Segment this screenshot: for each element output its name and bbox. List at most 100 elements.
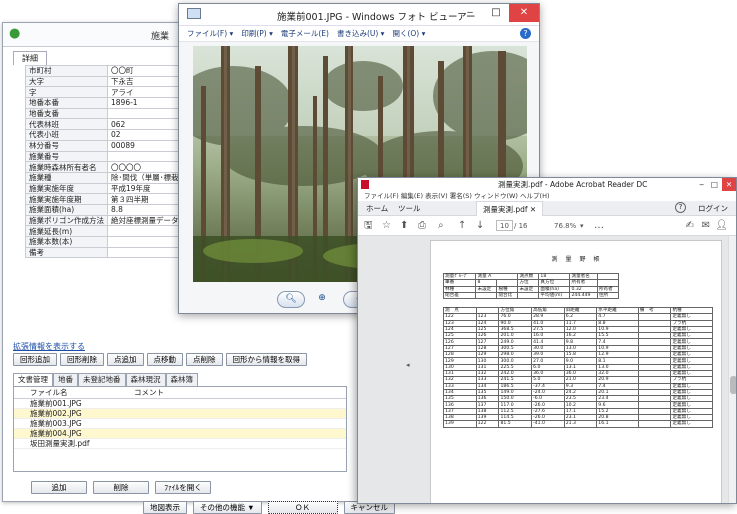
open-file-button[interactable]: ﾌｧｲﾙを開く <box>155 481 211 494</box>
minimize-icon[interactable]: ‒ <box>457 4 483 22</box>
menu-file[interactable]: ファイル(F) ▾ <box>187 26 233 41</box>
menu-print[interactable]: 印刷(P) ▾ <box>241 26 273 41</box>
file-buttons: 追加 削除 ﾌｧｲﾙを開く <box>31 481 211 494</box>
list-item[interactable]: 施業前001.JPG <box>14 399 346 409</box>
page-number-field[interactable]: 10 <box>496 220 513 231</box>
survey-row: 139 122 81.5 -41.0 21.3 16.1 定義無し <box>443 420 713 428</box>
page-up-icon[interactable]: ↑ <box>458 216 466 236</box>
window-title: 施業 <box>151 32 170 42</box>
attribute-label: 施業延長(m) <box>25 225 108 237</box>
attribute-label: 施業種 <box>25 171 108 184</box>
close-icon[interactable]: ✕ <box>509 4 539 22</box>
doc-heading: 測 量 野 帳 <box>551 256 601 263</box>
survey-cell: 81.5 <box>498 420 533 428</box>
pdf-document-area: ◂ 測 量 野 帳 測量ｸﾞﾙｰﾌﾟ 測量 A 測点数 18 測量者名 筆番 8 方位 真方位… <box>358 236 736 503</box>
tab-tools[interactable]: ツール <box>398 201 421 216</box>
attribute-label: 代表小班 <box>25 129 108 141</box>
sign-icon[interactable]: ✍ <box>686 216 694 236</box>
delete-file-button[interactable]: 削除 <box>93 481 149 494</box>
tab-detail[interactable]: 詳細 <box>13 51 47 65</box>
add-file-button[interactable]: 追加 <box>31 481 87 494</box>
scroll-thumb[interactable] <box>730 376 736 394</box>
maximize-icon[interactable]: □ <box>711 178 718 191</box>
attribute-label: 地番本番 <box>25 97 108 109</box>
tab-document[interactable]: 測量実測.pdf ✕ <box>476 201 544 216</box>
menu-open[interactable]: 開く(O) ▾ <box>392 26 425 41</box>
minimize-icon[interactable]: ‒ <box>699 178 704 191</box>
help-icon[interactable]: ? <box>520 28 531 39</box>
pdf-scrollbar[interactable] <box>728 236 736 503</box>
save-icon[interactable]: 🖫︎ <box>364 216 373 236</box>
attribute-label: 林分番号 <box>25 139 108 152</box>
list-item[interactable]: 施業前004.JPG <box>14 429 346 439</box>
show-extended-info-link[interactable]: 拡張情報を表示する <box>13 341 85 352</box>
close-icon[interactable]: ✕ <box>722 178 736 191</box>
document-list: ファイル名 コメント 施業前001.JPG 施業前002.JPG 施業前003.… <box>13 386 347 472</box>
page-down-icon[interactable]: ↓ <box>476 216 484 236</box>
move-point-button[interactable]: 点移動 <box>146 353 183 366</box>
page-total: / 16 <box>514 222 528 230</box>
survey-data-table: 測 点方位角 高低角 斜距離 水平距離備 考杭種 122 123 76.0 28.9 6.2 4.… <box>443 306 713 428</box>
file-name-header[interactable]: ファイル名 <box>14 387 134 398</box>
pdf-title-bar: 測量実測.pdf - Adobe Acrobat Reader DC ‒ □ ✕ <box>358 178 736 191</box>
tab-forest-status[interactable]: 森林現況 <box>125 373 166 386</box>
list-item[interactable]: 坂田測量実測.pdf <box>14 439 346 449</box>
survey-cell: 21.3 <box>563 420 598 428</box>
attribute-label: 大字 <box>25 75 108 88</box>
zoom-search-icon[interactable]: ⌕ <box>438 216 444 236</box>
mail-icon[interactable]: ✉ <box>702 216 710 236</box>
add-point-button[interactable]: 点追加 <box>107 353 144 366</box>
tab-document-management[interactable]: 文書管理 <box>13 373 53 386</box>
menu-email[interactable]: 電子メール(E) <box>281 26 329 41</box>
attribute-label: 施業ポリゴン作成方法 <box>25 214 108 227</box>
comment-header[interactable]: コメント <box>134 387 164 398</box>
attribute-label: 市町村 <box>25 65 108 77</box>
add-shape-button[interactable]: 回形追加 <box>13 353 57 366</box>
photo-title-bar: 施業前001.JPG - Windows フォト ビューアー ‒ □ ✕ <box>179 4 539 26</box>
survey-cell: 16.1 <box>596 420 639 428</box>
survey-cell: 139 <box>443 420 477 428</box>
survey-cell <box>637 420 672 428</box>
zoom-dropdown-icon[interactable]: ▾ <box>580 216 584 236</box>
list-item[interactable]: 施業前003.JPG <box>14 419 346 429</box>
add-user-icon[interactable]: 👤︎ <box>715 216 728 236</box>
pdf-menu-bar[interactable]: ファイル(F) 編集(E) 表示(V) 署名(S) ウィンドウ(W) ヘルプ(H… <box>358 191 736 201</box>
zoom-field[interactable]: 76.8% <box>554 216 576 236</box>
tab-lot-number[interactable]: 地番 <box>53 373 78 386</box>
pdf-tab-bar: ホーム ツール 測量実測.pdf ✕ ? ログイン <box>358 201 736 216</box>
bookmark-star-icon[interactable]: ☆ <box>382 216 391 236</box>
attribute-label: 代表林班 <box>25 118 108 131</box>
other-functions-button[interactable]: その他の機能 ▼ <box>193 501 262 514</box>
tab-unregistered-lot[interactable]: 未登記地番 <box>78 373 126 386</box>
photo-window-title: 施業前001.JPG - Windows フォト ビューアー <box>277 12 476 23</box>
delete-point-button[interactable]: 点削除 <box>186 353 223 366</box>
attribute-label: 字 <box>25 86 108 99</box>
tab-home[interactable]: ホーム <box>366 201 388 216</box>
delete-shape-button[interactable]: 回形削除 <box>60 353 104 366</box>
pdf-toolbar: 🖫︎ ☆ ⬆ ⎙ ⌕ ↑ ↓ 10 / 16 76.8% ▾ … ✍ ✉ 👤︎ <box>358 216 736 236</box>
zoom-icon[interactable]: 🔍︎ <box>277 291 305 308</box>
actual-size-icon[interactable]: ⊕ <box>313 291 331 308</box>
attribute-label: 施業面積(ha) <box>25 203 108 216</box>
help-icon[interactable]: ? <box>675 202 686 213</box>
prev-page-arrow-icon[interactable]: ◂ <box>406 361 410 369</box>
login-link[interactable]: ログイン <box>698 201 728 216</box>
attribute-label: 施業番号 <box>25 150 108 163</box>
more-tools-icon[interactable]: … <box>594 216 604 236</box>
maximize-icon[interactable]: □ <box>483 4 509 22</box>
attribute-label: 施業実施年度 <box>25 182 108 195</box>
sub-tab-bar: 文書管理 地番 未登記地番 森林現況 森林簿 <box>13 373 198 386</box>
pdf-viewer-window: 測量実測.pdf - Adobe Acrobat Reader DC ‒ □ ✕… <box>357 177 737 504</box>
menu-burn[interactable]: 書き込み(U) ▾ <box>337 26 385 41</box>
print-icon[interactable]: ⎙ <box>418 216 426 236</box>
tab-forest-register[interactable]: 森林簿 <box>165 373 198 386</box>
upload-icon[interactable]: ⬆ <box>400 216 408 236</box>
list-item[interactable]: 施業前002.JPG <box>14 409 346 419</box>
get-info-from-shape-button[interactable]: 回形から情報を取得 <box>225 353 307 366</box>
app-logo-icon: ● <box>9 26 21 41</box>
ok-button[interactable]: ＯＫ <box>267 501 338 514</box>
map-display-button[interactable]: 地図表示 <box>143 501 187 514</box>
shape-edit-toolbar: 回形追加 回形削除 点追加 点移動 点削除 回形から情報を取得 <box>13 353 307 366</box>
attribute-label: 施業時森林所有者名 <box>25 161 108 173</box>
survey-cell: -41.0 <box>531 420 565 428</box>
